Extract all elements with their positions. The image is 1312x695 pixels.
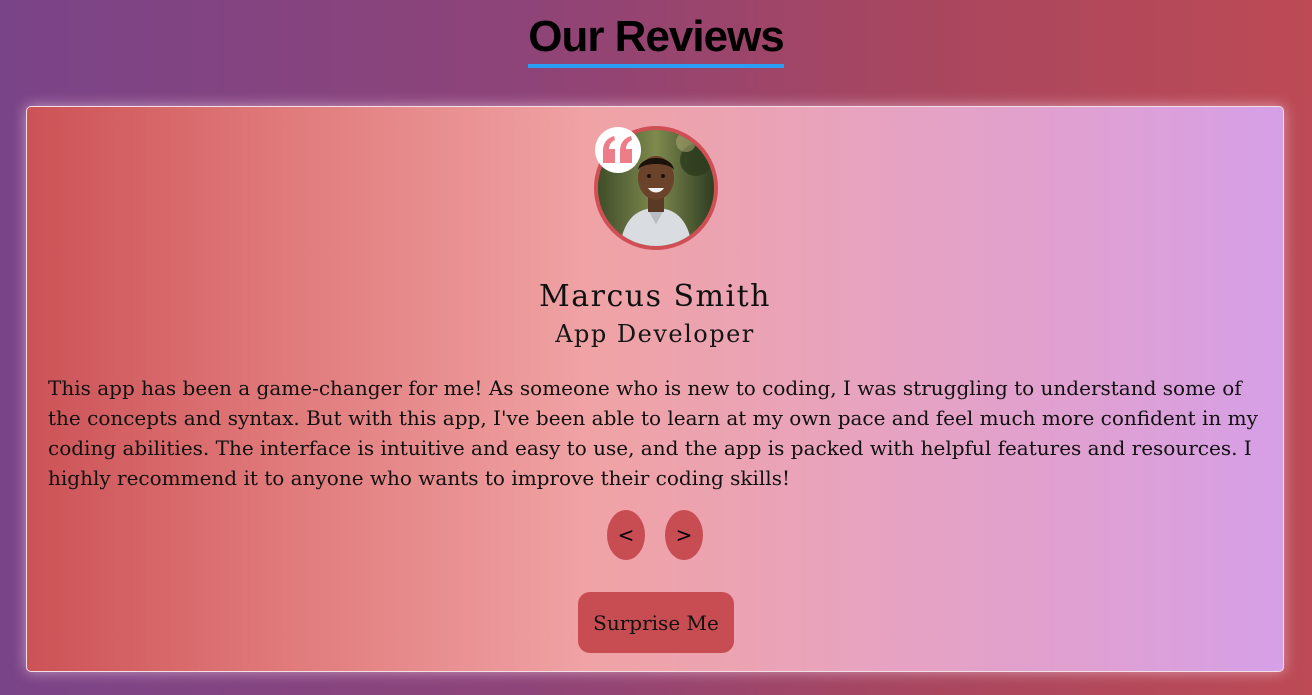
surprise-me-button[interactable]: Surprise Me (578, 592, 734, 653)
page-header: Our Reviews (0, 12, 1312, 68)
quote-icon (603, 136, 632, 163)
quote-badge (595, 127, 641, 173)
reviewer-name: Marcus Smith (539, 279, 771, 314)
next-review-button[interactable]: > (665, 510, 703, 560)
previous-review-button[interactable]: < (607, 510, 645, 560)
reviewer-role: App Developer (555, 320, 755, 348)
review-card: Marcus Smith App Developer This app has … (26, 106, 1284, 672)
review-navigation: < > (27, 510, 1283, 560)
review-text: This app has been a game-changer for me!… (48, 376, 1258, 490)
avatar-container (594, 126, 718, 250)
page-title: Our Reviews (528, 12, 785, 68)
